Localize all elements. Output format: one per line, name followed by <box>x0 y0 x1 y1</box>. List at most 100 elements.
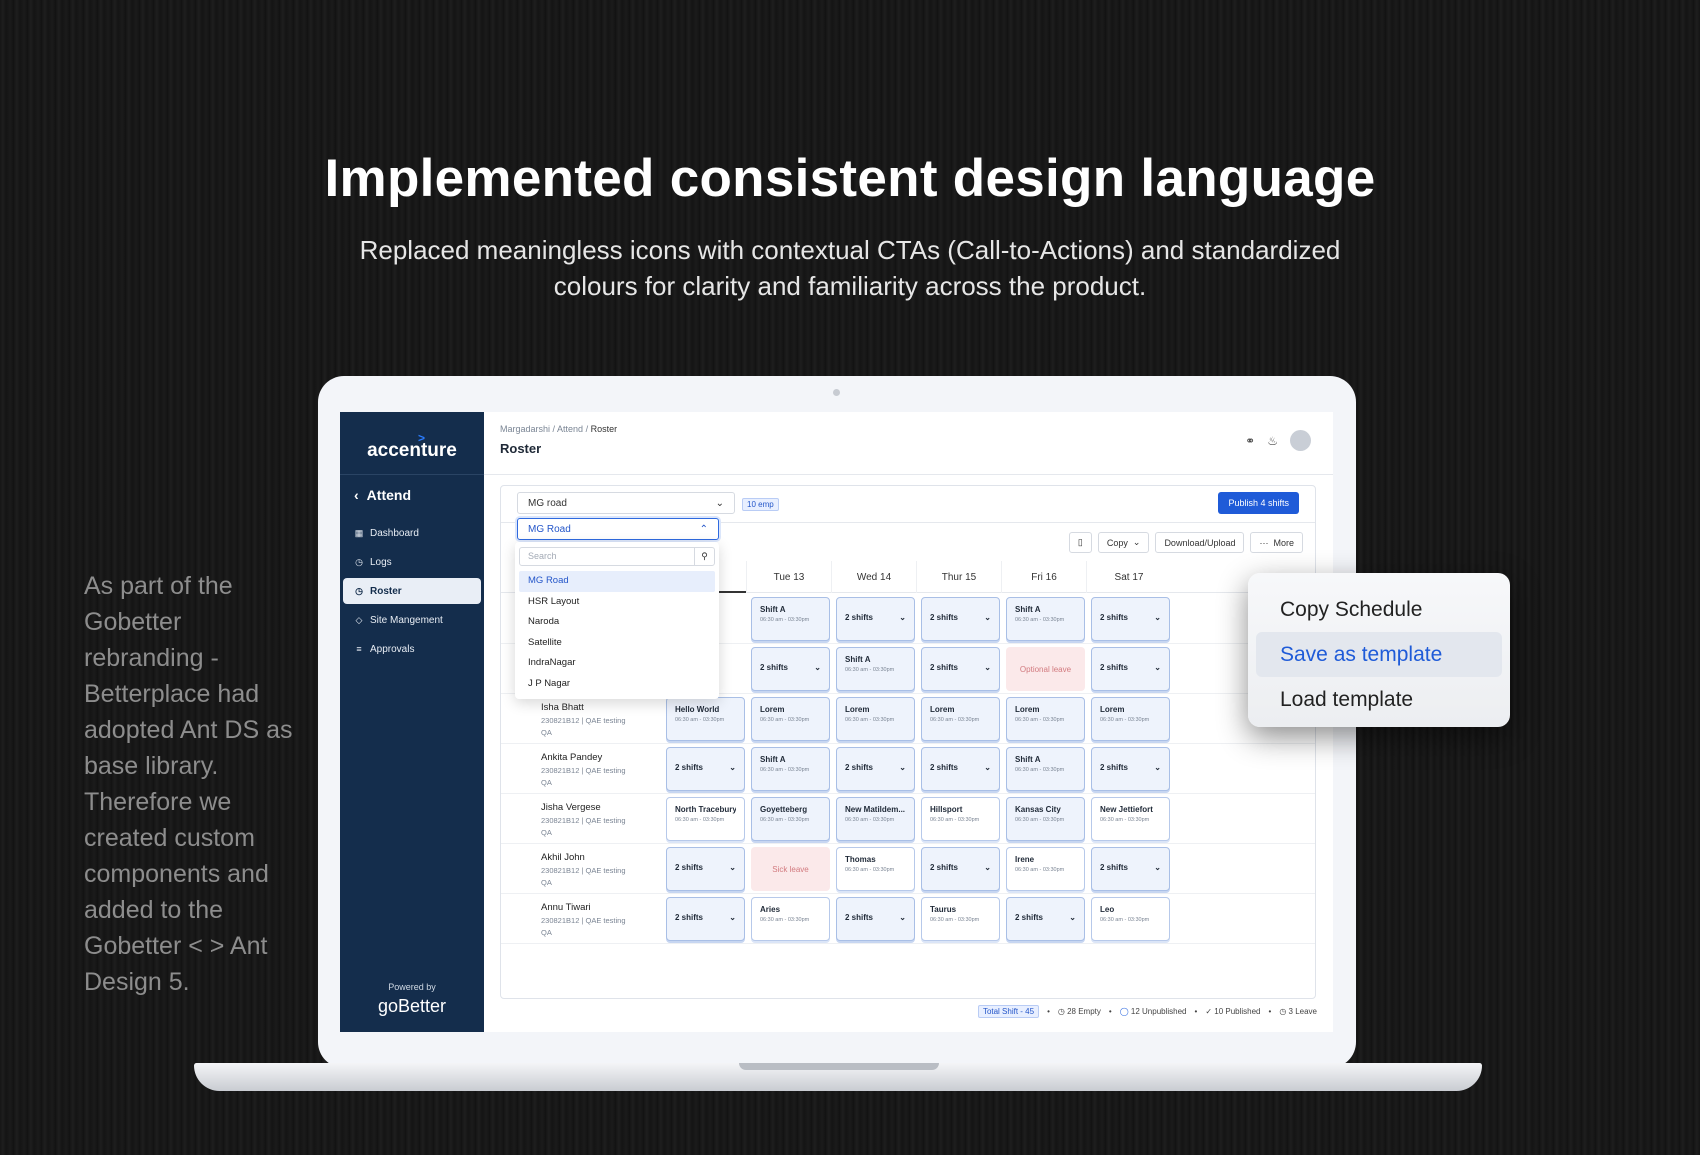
leave-cell[interactable]: Sick leave <box>751 847 830 891</box>
chevron-down-icon[interactable]: ⌄ <box>1069 913 1076 922</box>
employee-dept: QAE testing <box>585 816 626 825</box>
sidebar-item-approvals[interactable]: ≡ Approvals <box>343 636 481 662</box>
shift-cell[interactable]: New Jettiefort 06:30 am - 03:30pm <box>1091 797 1170 841</box>
shift-cell[interactable]: Hello World 06:30 am - 03:30pm <box>666 697 745 741</box>
breadcrumb-item[interactable]: Attend <box>557 424 583 434</box>
chevron-down-icon[interactable]: ⌄ <box>1154 613 1161 622</box>
shift-cell[interactable]: Thomas 06:30 am - 03:30pm <box>836 847 915 891</box>
delete-button[interactable]: ▯ <box>1068 532 1092 553</box>
shift-cell[interactable]: New Matildem... 06:30 am - 03:30pm <box>836 797 915 841</box>
location-search-input[interactable]: Search ⚲ <box>519 547 715 566</box>
avatar[interactable] <box>1290 430 1311 451</box>
chevron-down-icon[interactable]: ⌄ <box>729 763 736 772</box>
shift-cell[interactable]: Shift A 06:30 am - 03:30pm <box>1006 597 1085 641</box>
save-as-template-option[interactable]: Save as template <box>1256 632 1502 677</box>
multi-shift-cell[interactable]: 2 shifts ⌄ <box>1091 647 1170 691</box>
shift-cell[interactable]: Shift A 06:30 am - 03:30pm <box>1006 747 1085 791</box>
multi-shift-cell[interactable]: 2 shifts ⌄ <box>921 847 1000 891</box>
chevron-down-icon[interactable]: ⌄ <box>1154 863 1161 872</box>
multi-shift-cell[interactable]: 2 shifts ⌄ <box>836 597 915 641</box>
publish-button[interactable]: Publish 4 shifts <box>1218 492 1299 514</box>
dropdown-option[interactable]: HSR Layout <box>519 592 715 613</box>
multi-shift-cell[interactable]: 2 shifts ⌄ <box>921 747 1000 791</box>
main-content: Margadarshi / Attend / Roster Roster ⚭ ♨… <box>484 412 1333 1032</box>
dropdown-option[interactable]: Naroda <box>519 612 715 633</box>
chevron-down-icon[interactable]: ⌄ <box>899 913 906 922</box>
multi-shift-cell[interactable]: 2 shifts ⌄ <box>1091 597 1170 641</box>
leave-cell[interactable]: Optional leave <box>1006 647 1085 691</box>
chevron-down-icon[interactable]: ⌄ <box>729 863 736 872</box>
sidebar-item-site-management[interactable]: ◇ Site Mangement <box>343 607 481 633</box>
shift-cell[interactable]: Aries 06:30 am - 03:30pm <box>751 897 830 941</box>
dropdown-option-selected[interactable]: MG Road <box>519 571 715 592</box>
download-upload-button[interactable]: Download/Upload <box>1155 532 1245 553</box>
accenture-logo: > accenture <box>340 431 484 462</box>
chevron-down-icon[interactable]: ⌄ <box>814 663 821 672</box>
multi-shift-cell[interactable]: 2 shifts ⌄ <box>1091 847 1170 891</box>
chevron-down-icon[interactable]: ⌄ <box>1154 663 1161 672</box>
dropdown-option[interactable]: IndraNagar <box>519 653 715 674</box>
back-to-attend[interactable]: ‹ Attend <box>354 484 474 506</box>
employee-info: Annu Tiwari 230821B12 | QAE testing QA <box>541 902 661 937</box>
chevron-down-icon[interactable]: ⌄ <box>729 913 736 922</box>
shift-cell[interactable]: North Tracebury 06:30 am - 03:30pm <box>666 797 745 841</box>
shift-cell[interactable]: Shift A 06:30 am - 03:30pm <box>751 597 830 641</box>
multi-shift-cell[interactable]: 2 shifts ⌄ <box>666 747 745 791</box>
shift-cell[interactable]: Hillsport 06:30 am - 03:30pm <box>921 797 1000 841</box>
shift-cell[interactable]: Kansas City 06:30 am - 03:30pm <box>1006 797 1085 841</box>
multi-shift-cell[interactable]: 2 shifts ⌄ <box>921 597 1000 641</box>
shift-cell[interactable]: Goyetteberg 06:30 am - 03:30pm <box>751 797 830 841</box>
shift-cell[interactable]: Lorem 06:30 am - 03:30pm <box>1006 697 1085 741</box>
gobetter-logo: goBetter <box>377 996 447 1016</box>
dropdown-option[interactable]: Satellite <box>519 633 715 654</box>
sidebar-item-roster[interactable]: ◷ Roster <box>343 578 481 604</box>
shift-time: 06:30 am - 03:30pm <box>675 717 725 723</box>
day-column[interactable]: Tue 13 <box>746 561 831 593</box>
chevron-down-icon[interactable]: ⌄ <box>1154 763 1161 772</box>
day-column[interactable]: Fri 16 <box>1001 561 1086 593</box>
sidebar-item-logs[interactable]: ◷ Logs <box>343 549 481 575</box>
chevron-down-icon[interactable]: ⌄ <box>899 763 906 772</box>
copy-button[interactable]: Copy ⌄ <box>1097 532 1150 553</box>
location-dropdown-open[interactable]: MG Road ⌃ <box>517 518 719 540</box>
load-template-option[interactable]: Load template <box>1256 677 1502 722</box>
bell-icon[interactable]: ♨ <box>1267 434 1278 448</box>
day-column[interactable]: Thur 15 <box>916 561 1001 593</box>
multi-shift-cell[interactable]: 2 shifts ⌄ <box>836 897 915 941</box>
sidebar-item-dashboard[interactable]: ▦ Dashboard <box>343 520 481 546</box>
multi-shift-cell[interactable]: 2 shifts ⌄ <box>1091 747 1170 791</box>
shift-time: 06:30 am - 03:30pm <box>930 817 980 823</box>
shift-count-label: 2 shifts <box>1100 663 1129 672</box>
copy-schedule-option[interactable]: Copy Schedule <box>1256 587 1502 632</box>
shift-cell[interactable]: Leo 06:30 am - 03:30pm <box>1091 897 1170 941</box>
multi-shift-cell[interactable]: 2 shifts ⌄ <box>1006 897 1085 941</box>
shift-cell[interactable]: Lorem 06:30 am - 03:30pm <box>921 697 1000 741</box>
more-button[interactable]: ··· More <box>1250 532 1303 553</box>
shift-cell[interactable]: Lorem 06:30 am - 03:30pm <box>751 697 830 741</box>
multi-shift-cell[interactable]: 2 shifts ⌄ <box>666 897 745 941</box>
multi-shift-cell[interactable]: 2 shifts ⌄ <box>836 747 915 791</box>
shift-cell[interactable]: Shift A 06:30 am - 03:30pm <box>751 747 830 791</box>
breadcrumb-item[interactable]: Margadarshi <box>500 424 550 434</box>
multi-shift-cell[interactable]: 2 shifts ⌄ <box>921 647 1000 691</box>
headset-icon[interactable]: ⚭ <box>1245 434 1255 448</box>
shift-cell[interactable]: Shift A 06:30 am - 03:30pm <box>836 647 915 691</box>
shift-cell[interactable]: Lorem 06:30 am - 03:30pm <box>1091 697 1170 741</box>
shift-cell[interactable]: Irene 06:30 am - 03:30pm <box>1006 847 1085 891</box>
location-select[interactable]: MG road ⌄ <box>517 492 735 514</box>
day-column[interactable]: Sat 17 <box>1086 561 1171 593</box>
day-column[interactable]: Wed 14 <box>831 561 916 593</box>
multi-shift-cell[interactable]: 2 shifts ⌄ <box>751 647 830 691</box>
shift-cell[interactable]: Taurus 06:30 am - 03:30pm <box>921 897 1000 941</box>
chevron-down-icon[interactable]: ⌄ <box>899 613 906 622</box>
chevron-down-icon[interactable]: ⌄ <box>984 863 991 872</box>
chevron-down-icon[interactable]: ⌄ <box>984 613 991 622</box>
chevron-down-icon[interactable]: ⌄ <box>984 663 991 672</box>
chevron-down-icon[interactable]: ⌄ <box>984 763 991 772</box>
leave-label: 3 Leave <box>1288 1007 1317 1016</box>
search-icon[interactable]: ⚲ <box>694 548 714 565</box>
multi-shift-cell[interactable]: 2 shifts ⌄ <box>666 847 745 891</box>
dropdown-option[interactable]: J P Nagar <box>519 674 715 695</box>
chevron-up-icon: ⌃ <box>699 523 708 535</box>
shift-cell[interactable]: Lorem 06:30 am - 03:30pm <box>836 697 915 741</box>
